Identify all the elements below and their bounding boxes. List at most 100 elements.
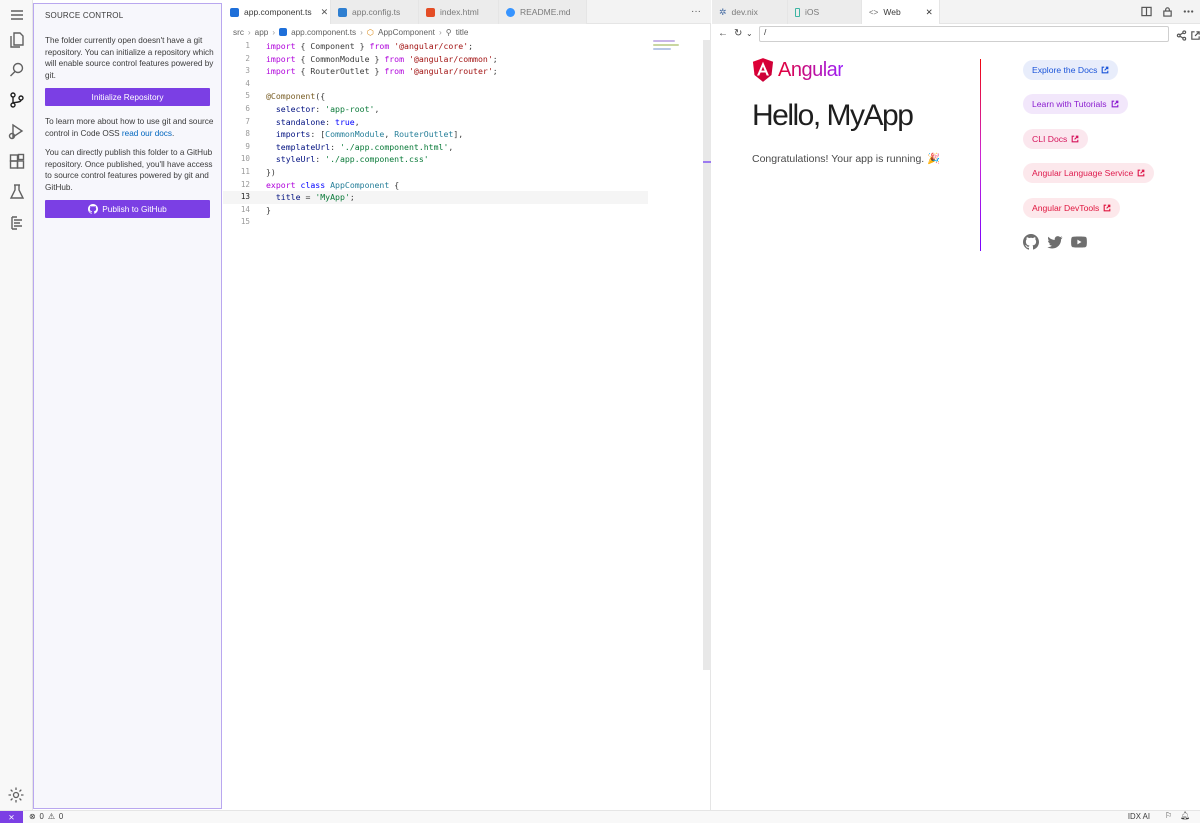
read-docs-link[interactable]: read our docs <box>122 129 172 138</box>
line-number: 6 <box>245 103 250 113</box>
close-icon[interactable]: ✕ <box>926 7 933 18</box>
lock-icon[interactable] <box>1162 6 1173 17</box>
reload-icon[interactable]: ↻ <box>734 28 742 39</box>
github-icon[interactable] <box>1023 234 1039 250</box>
language-service-link[interactable]: Angular Language Service <box>1023 163 1155 183</box>
explore-docs-link[interactable]: Explore the Docs <box>1023 60 1119 80</box>
error-count: 0 <box>39 812 44 821</box>
youtube-icon[interactable] <box>1071 234 1087 250</box>
line-number: 15 <box>240 217 250 227</box>
cli-docs-link[interactable]: CLI Docs <box>1023 129 1089 149</box>
code-line[interactable]: 6 selector: 'app-root', <box>223 103 703 116</box>
open-external-icon <box>1102 66 1109 74</box>
editor-group: app.component.ts ✕ app.config.ts index.h… <box>223 0 711 810</box>
source-control-icon[interactable] <box>6 89 28 111</box>
bell-icon[interactable]: 🔔︎ <box>1180 811 1190 820</box>
code-line[interactable]: 1 import { Component } from '@angular/cor… <box>223 40 703 53</box>
line-number: 10 <box>240 154 250 164</box>
code-line[interactable]: 2 import { CommonModule } from '@angular/… <box>223 53 703 66</box>
code-line[interactable]: 14} <box>223 204 703 217</box>
idx-ai-status[interactable]: IDX AI <box>1128 812 1150 821</box>
code-line[interactable]: 5 @Component({ <box>223 90 703 103</box>
divider <box>980 59 981 251</box>
back-arrow-icon[interactable]: ← <box>718 28 728 39</box>
breadcrumb-item[interactable]: title <box>456 28 469 37</box>
devtools-link[interactable]: Angular DevTools <box>1023 198 1121 218</box>
line-text: import { RouterOutlet } from '@angular/r… <box>266 66 498 77</box>
line-number: 7 <box>245 116 250 126</box>
code-line[interactable]: 15 <box>223 216 703 229</box>
open-external-icon <box>1111 100 1118 108</box>
twitter-icon[interactable] <box>1047 234 1063 250</box>
tab-readme-md[interactable]: README.md <box>499 0 587 24</box>
code-line[interactable]: 12 export class AppComponent { <box>223 179 703 192</box>
menu-icon[interactable] <box>6 4 28 26</box>
tab-web[interactable]: <> Web ✕ <box>862 0 940 24</box>
share-icon[interactable] <box>1176 28 1187 41</box>
panel-title: SOURCE CONTROL <box>45 11 124 20</box>
code-line[interactable]: 13 title = 'MyApp'; <box>223 191 648 204</box>
breadcrumb-item[interactable]: AppComponent <box>378 28 435 37</box>
no-repo-message: The folder currently open doesn't have a… <box>45 36 214 80</box>
line-text: @Component({ <box>266 91 326 102</box>
editor-scrollbar[interactable] <box>703 40 711 670</box>
tab-app-config-ts[interactable]: app.config.ts <box>331 0 419 24</box>
explorer-icon[interactable] <box>6 29 28 51</box>
problems-indicator[interactable]: ⊗ 0 ⚠ 0 <box>29 812 63 821</box>
property-symbol-icon: ⚲ <box>445 28 452 37</box>
code-line[interactable]: 10 styleUrl: './app.component.css' <box>223 153 703 166</box>
line-text: title = 'MyApp'; <box>275 192 355 203</box>
search-icon[interactable] <box>6 59 28 81</box>
code-line[interactable]: 11}) <box>223 166 703 179</box>
run-debug-icon[interactable] <box>6 120 28 142</box>
code-line[interactable]: 7 standalone: true, <box>223 116 703 129</box>
line-text: selector: 'app-root', <box>275 103 380 114</box>
split-editor-icon[interactable] <box>1141 6 1152 17</box>
tab-ios[interactable]: iOS <box>788 0 862 24</box>
breadcrumb-item[interactable]: app.component.ts <box>291 28 356 37</box>
close-icon[interactable]: ✕ <box>321 7 329 18</box>
code-area[interactable]: 1 import { Component } from '@angular/cor… <box>223 40 703 229</box>
code-line[interactable]: 4 <box>223 78 703 91</box>
learn-more-suffix: . <box>172 128 175 138</box>
chevron-right-icon: › <box>272 27 276 37</box>
line-number: 12 <box>240 179 250 189</box>
social-links <box>1023 234 1087 250</box>
url-input[interactable]: / <box>759 26 1169 42</box>
chevron-down-icon[interactable]: ⌄ <box>746 29 753 38</box>
pill-label: CLI Docs <box>1032 134 1068 144</box>
code-line[interactable]: 3 import { RouterOutlet } from '@angular/… <box>223 65 703 78</box>
line-text: } <box>266 204 271 215</box>
tab-index-html[interactable]: index.html <box>419 0 499 24</box>
tab-app-component-ts[interactable]: app.component.ts ✕ <box>223 0 331 24</box>
extensions-icon[interactable] <box>6 151 28 173</box>
flask-icon[interactable] <box>6 181 28 203</box>
tab-dev-nix[interactable]: ✲ dev.nix <box>712 0 788 24</box>
remote-indicator[interactable]: ⨯ <box>0 811 23 823</box>
open-external-icon[interactable] <box>1190 28 1200 40</box>
line-number: 2 <box>245 53 250 63</box>
breadcrumb-item[interactable]: src <box>233 28 244 37</box>
preview-toolbar <box>1141 6 1194 17</box>
publish-to-github-button[interactable]: Publish to GitHub <box>45 200 210 218</box>
learn-tutorials-link[interactable]: Learn with Tutorials <box>1023 94 1128 114</box>
minimap[interactable] <box>653 40 685 54</box>
more-actions-icon[interactable]: ··· <box>691 6 701 17</box>
outline-icon[interactable] <box>6 212 28 234</box>
line-text: import { CommonModule } from '@angular/c… <box>266 53 498 64</box>
github-icon <box>88 204 99 214</box>
code-line[interactable]: 9 templateUrl: './app.component.html', <box>223 141 703 154</box>
url-bar: ← ↻ ⌄ / <box>712 25 1200 43</box>
feedback-icon[interactable]: ⚐ <box>1165 811 1172 820</box>
code-line[interactable]: 8 imports: [CommonModule, RouterOutlet], <box>223 128 703 141</box>
line-text: styleUrl: './app.component.css' <box>275 154 429 165</box>
chevron-right-icon: › <box>438 27 442 37</box>
initialize-repository-button[interactable]: Initialize Repository <box>45 88 210 106</box>
line-number: 5 <box>245 91 250 101</box>
angular-logo: Angular <box>752 58 844 82</box>
settings-gear-icon[interactable] <box>7 786 25 804</box>
line-text: export class AppComponent { <box>266 179 400 190</box>
more-actions-icon[interactable] <box>1183 6 1194 17</box>
line-text: imports: [CommonModule, RouterOutlet], <box>275 129 464 140</box>
breadcrumb-item[interactable]: app <box>255 28 269 37</box>
